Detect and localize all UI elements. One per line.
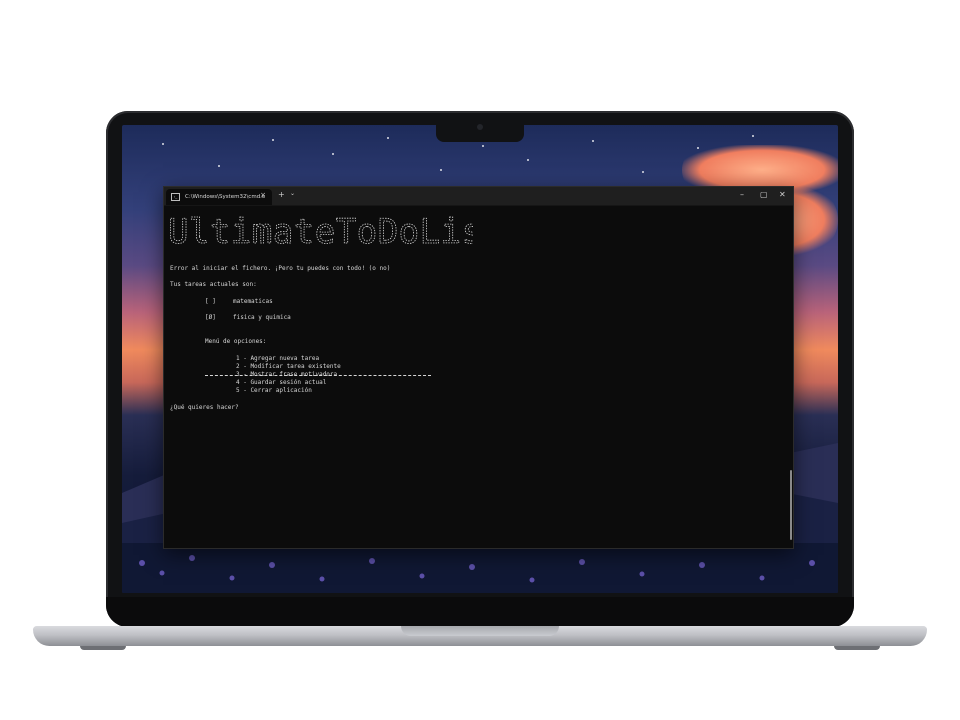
close-button[interactable]: ✕ [779,190,786,199]
task-check: [ ] [205,298,216,305]
chevron-down-icon[interactable]: ⌄ [290,190,295,197]
terminal-window[interactable]: ›_ C:\Windows\System32\cmd.e × + ⌄ – ▢ ✕… [163,186,794,549]
laptop-bezel [106,597,854,627]
terminal-titlebar[interactable]: ›_ C:\Windows\System32\cmd.e × + ⌄ – ▢ ✕ [164,187,793,206]
menu-item: 5 - Cerrar aplicación [236,387,312,394]
maximize-button[interactable]: ▢ [760,190,768,199]
task-name: fisica y quimica [233,314,291,321]
task-check: [Ø] [205,314,216,321]
input-prompt[interactable]: ¿Qué quieres hacer? [170,404,239,412]
terminal-icon: ›_ [171,193,180,201]
minimize-button[interactable]: – [740,190,744,199]
terminal-output[interactable]: Error al iniciar el fichero. ¡Pero tu pu… [167,211,787,544]
menu-item: 1 - Agregar nueva tarea [236,355,320,362]
task-name: matematicas [233,298,273,305]
menu-item: 4 - Guardar sesión actual [236,379,327,386]
laptop-foot [80,646,126,650]
laptop-foot [834,646,880,650]
new-tab-button[interactable]: + [278,190,285,199]
close-tab-icon[interactable]: × [260,191,266,199]
scrollbar[interactable] [790,470,792,540]
menu-item: 2 - Modificar tarea existente [236,363,341,370]
error-message: Error al iniciar el fichero. ¡Pero tu pu… [170,265,391,272]
menu-item: 3 - Mostrar frase motivadora [236,371,338,378]
tab-cmd[interactable]: ›_ C:\Windows\System32\cmd.e × [166,189,272,205]
tab-title: C:\Windows\System32\cmd.e [185,194,266,200]
menu-title: Menú de opciones: [205,338,267,345]
tasks-header: Tus tareas actuales son: [170,281,257,288]
laptop-base-notch [401,626,559,636]
camera-icon [477,124,483,130]
